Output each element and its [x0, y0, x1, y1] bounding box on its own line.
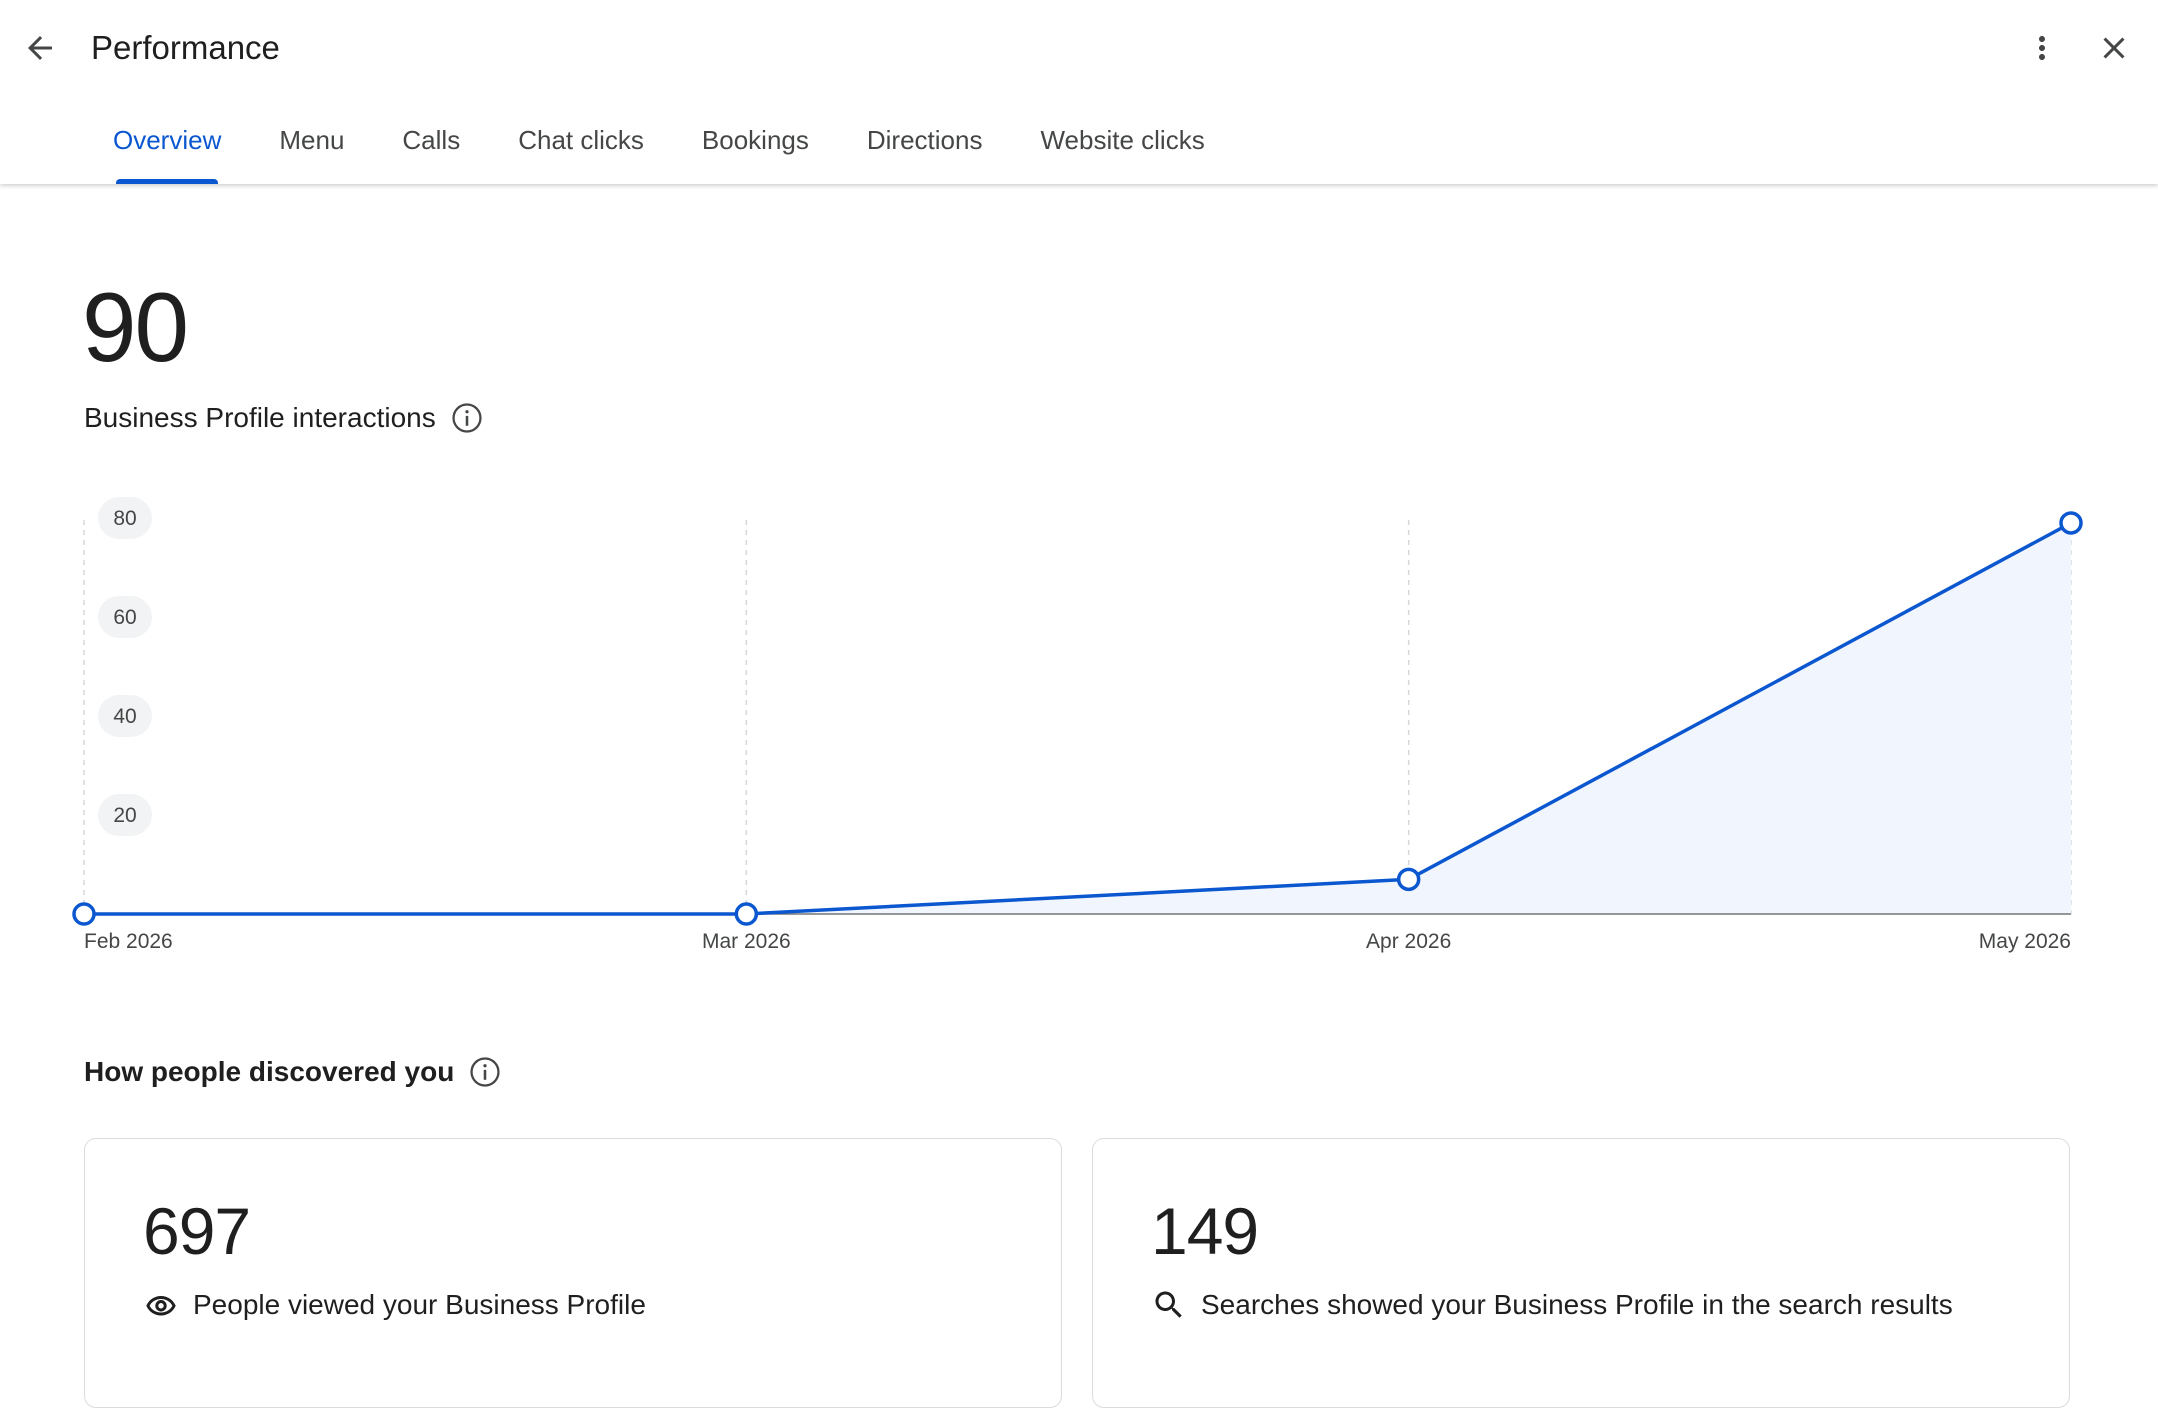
interactions-chart: 20 40 60 80 Feb 2026 Mar 2026 Apr 2026 May 2026 [0, 480, 2158, 970]
tab-overview[interactable]: Overview [84, 104, 250, 184]
data-point [2059, 511, 2083, 535]
eye-icon [143, 1287, 179, 1323]
profile-views-label: People viewed your Business Profile [193, 1289, 646, 1320]
interactions-label-row: Business Profile interactions [84, 398, 484, 438]
search-appearances-value: 149 [1151, 1194, 1259, 1268]
chart-svg: 20 40 60 80 Feb 2026 Mar 2026 Apr 2026 May 2026 [72, 497, 2083, 953]
x-tick-label: May 2026 [1979, 930, 2071, 953]
data-point [1396, 867, 1421, 892]
profile-views-value: 697 [143, 1194, 251, 1268]
x-tick-label: Mar 2026 [702, 930, 791, 953]
data-point [734, 902, 759, 926]
tab-chat-clicks[interactable]: Chat clicks [489, 104, 673, 184]
tab-directions[interactable]: Directions [838, 104, 1012, 184]
x-tick-label: Apr 2026 [1366, 930, 1451, 953]
series-area [84, 522, 2071, 914]
profile-views-card[interactable]: 697 People viewed your Business Profile [84, 1138, 1062, 1408]
search-icon [1151, 1287, 1187, 1323]
arrow-back-icon[interactable] [8, 16, 72, 80]
discovery-title-row: How people discovered you [84, 1052, 502, 1092]
y-tick-label: 80 [113, 507, 136, 530]
tab-menu[interactable]: Menu [250, 104, 373, 184]
x-tick-label: Feb 2026 [84, 930, 173, 953]
close-icon[interactable] [2082, 16, 2146, 80]
page-title: Performance [91, 29, 280, 66]
more-vert-icon[interactable] [2010, 16, 2074, 80]
info-icon[interactable] [468, 1055, 502, 1089]
y-tick-label: 20 [113, 804, 136, 827]
search-appearances-label-row: Searches showed your Business Profile in… [1151, 1285, 1953, 1325]
profile-views-label-row: People viewed your Business Profile [143, 1285, 646, 1325]
search-appearances-label: Searches showed your Business Profile in… [1201, 1289, 1953, 1320]
info-icon[interactable] [450, 401, 484, 435]
interactions-total: 90 [82, 272, 189, 382]
interactions-label: Business Profile interactions [84, 402, 436, 433]
search-appearances-card[interactable]: 149 Searches showed your Business Profil… [1092, 1138, 2070, 1408]
tab-bookings[interactable]: Bookings [673, 104, 838, 184]
tab-bar: Overview Menu Calls Chat clicks Bookings… [84, 104, 1234, 184]
header-bar: Performance Overview Menu Calls Chat cli… [0, 0, 2158, 184]
y-tick-label: 40 [113, 705, 136, 728]
discovery-title: How people discovered you [84, 1056, 455, 1087]
data-point [72, 902, 96, 926]
tab-website-clicks[interactable]: Website clicks [1011, 104, 1233, 184]
y-tick-label: 60 [113, 606, 136, 629]
tab-calls[interactable]: Calls [373, 104, 489, 184]
